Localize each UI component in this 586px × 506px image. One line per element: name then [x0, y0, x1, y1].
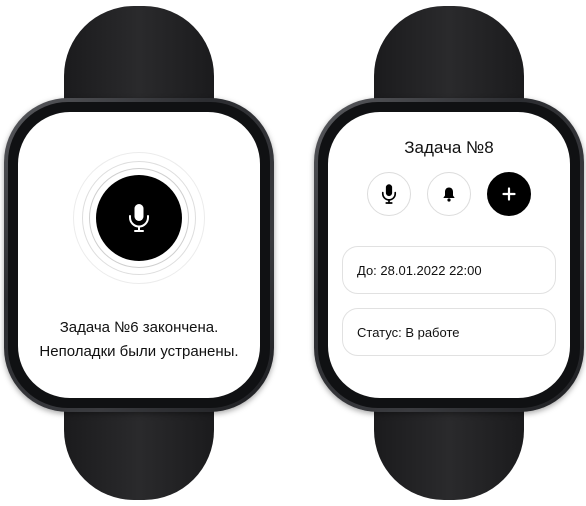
microphone-icon [129, 204, 149, 232]
due-date-text: До: 28.01.2022 22:00 [357, 262, 482, 278]
mockup-stage: Задача №6 закончена. Неполадки были устр… [0, 0, 586, 506]
watch-bezel: Задача №6 закончена. Неполадки были устр… [8, 102, 270, 408]
completion-message: Задача №6 закончена. Неполадки были устр… [18, 316, 260, 364]
watch-screen-voice: Задача №6 закончена. Неполадки были устр… [18, 112, 260, 398]
bell-icon [443, 187, 455, 202]
add-button[interactable] [487, 172, 531, 216]
reminder-button[interactable] [427, 172, 471, 216]
task-title: Задача №8 [404, 138, 494, 157]
completion-message-line2: Неполадки были устранены. [39, 343, 239, 360]
completion-message-line1: Задача №6 закончена. [59, 319, 219, 336]
watch-case: Задача №8 До: 28.01.2022 22:00 Статус: В… [314, 98, 584, 412]
mic-pulse-ring [73, 152, 205, 284]
due-date-card[interactable]: До: 28.01.2022 22:00 [342, 246, 556, 294]
task-actions [328, 172, 570, 216]
status-card[interactable]: Статус: В работе [342, 308, 556, 356]
watch-bezel: Задача №8 До: 28.01.2022 22:00 Статус: В… [318, 102, 580, 408]
watch-screen-task: Задача №8 До: 28.01.2022 22:00 Статус: В… [328, 112, 570, 398]
plus-icon [502, 187, 516, 201]
microphone-icon [381, 184, 397, 204]
watch-case: Задача №6 закончена. Неполадки были устр… [4, 98, 274, 412]
status-text: Статус: В работе [357, 324, 460, 340]
voice-note-button[interactable] [367, 172, 411, 216]
watch-right: Задача №8 До: 28.01.2022 22:00 Статус: В… [314, 0, 584, 506]
voice-record-button[interactable] [96, 175, 182, 261]
watch-left: Задача №6 закончена. Неполадки были устр… [4, 0, 274, 506]
